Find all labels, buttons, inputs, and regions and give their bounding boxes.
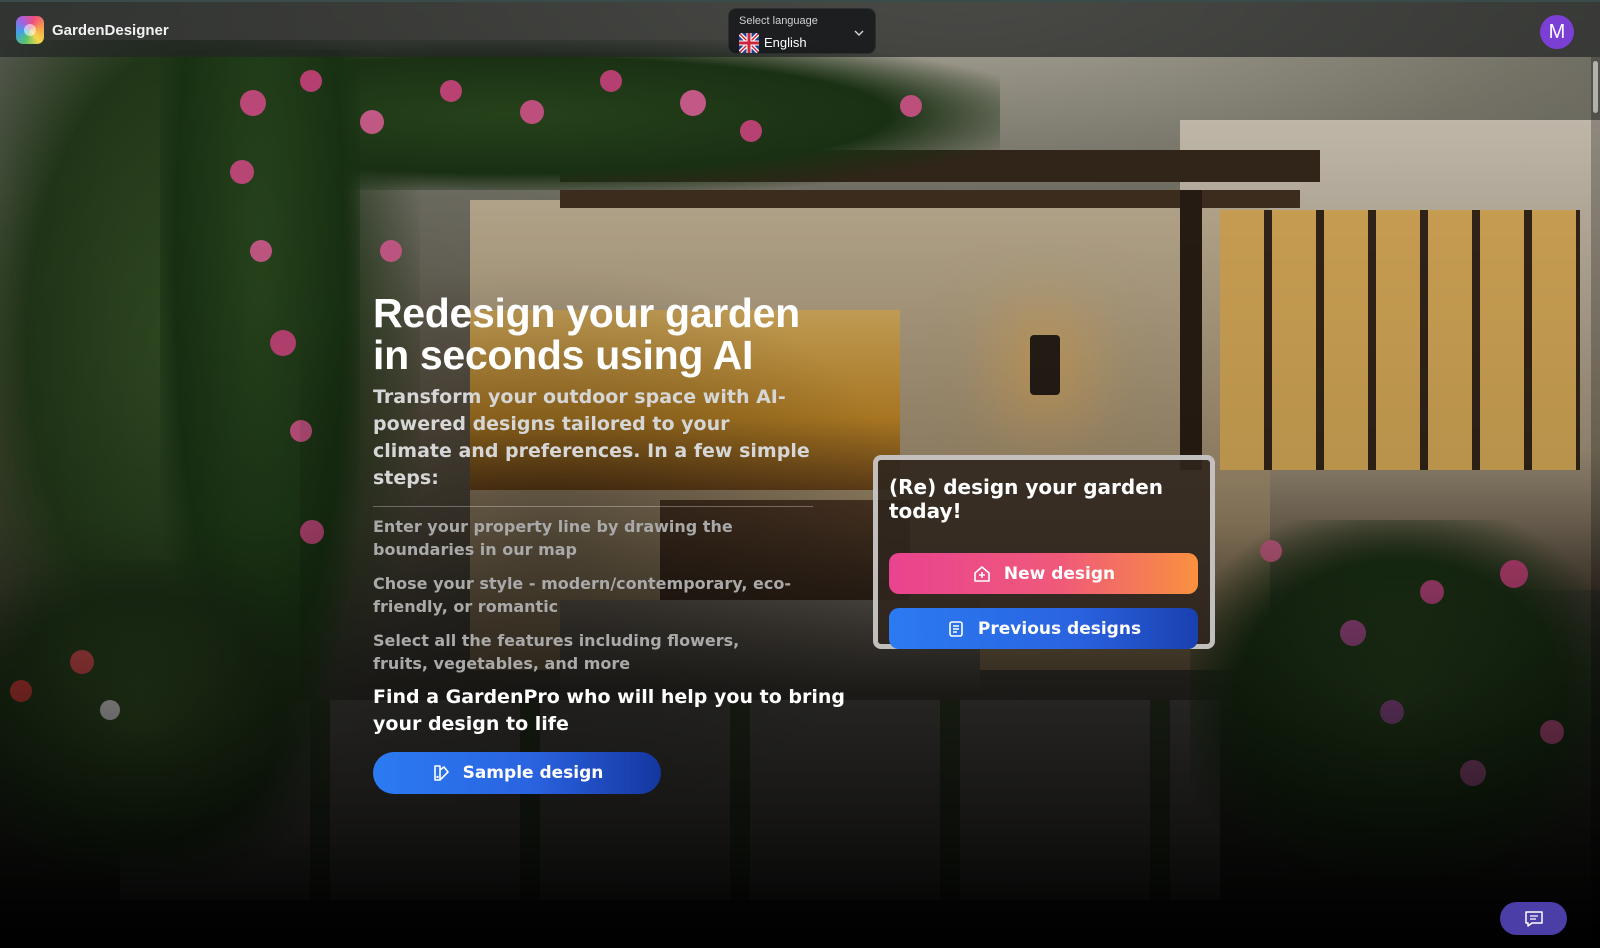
chevron-down-icon [854,30,864,36]
hero-title: Redesign your garden in seconds using AI [373,292,863,376]
chat-button[interactable] [1500,902,1567,935]
language-select-label: Select language [739,15,818,27]
brand-name: GardenDesigner [52,21,169,39]
scrollbar-thumb[interactable] [1593,61,1598,113]
hero-divider [373,506,813,507]
language-select[interactable]: Select language English [728,8,876,54]
hero-section: Redesign your garden in seconds using AI… [373,292,863,794]
language-select-value: English [764,35,807,50]
step-item: Select all the features including flower… [373,631,740,673]
hero-subtitle: Transform your outdoor space with AI-pow… [373,386,810,489]
steps-list: Enter your property line by drawing the … [373,515,863,675]
previous-designs-label: Previous designs [977,618,1142,639]
design-cta-card: (Re) design your garden today! New desig… [873,455,1215,649]
garden-logo-icon [16,16,44,44]
uk-flag-icon [739,33,759,53]
new-design-button[interactable]: New design [889,553,1198,594]
user-avatar-button[interactable]: M [1540,15,1574,49]
sample-design-label: Sample design [462,763,604,783]
gardenpro-text: Find a GardenPro who will help you to br… [373,686,845,735]
house-plus-icon [974,565,990,582]
chat-icon [1524,910,1543,927]
step-item: Enter your property line by drawing the … [373,517,733,559]
hero-title-line-2: in seconds using AI [373,332,754,378]
sample-design-button[interactable]: Sample design [373,752,661,794]
palette-icon [433,765,449,781]
card-title: (Re) design your garden today! [889,475,1164,523]
hero-title-line-1: Redesign your garden [373,290,800,336]
scroll-list-icon [949,620,963,637]
brand-home-link[interactable]: GardenDesigner [16,16,169,44]
top-navigation-bar: GardenDesigner Select language English M [0,0,1600,57]
step-item: Chose your style - modern/contemporary, … [373,574,792,616]
new-design-label: New design [1003,563,1116,584]
previous-designs-button[interactable]: Previous designs [889,608,1198,649]
page-scrollbar[interactable] [1591,57,1600,948]
